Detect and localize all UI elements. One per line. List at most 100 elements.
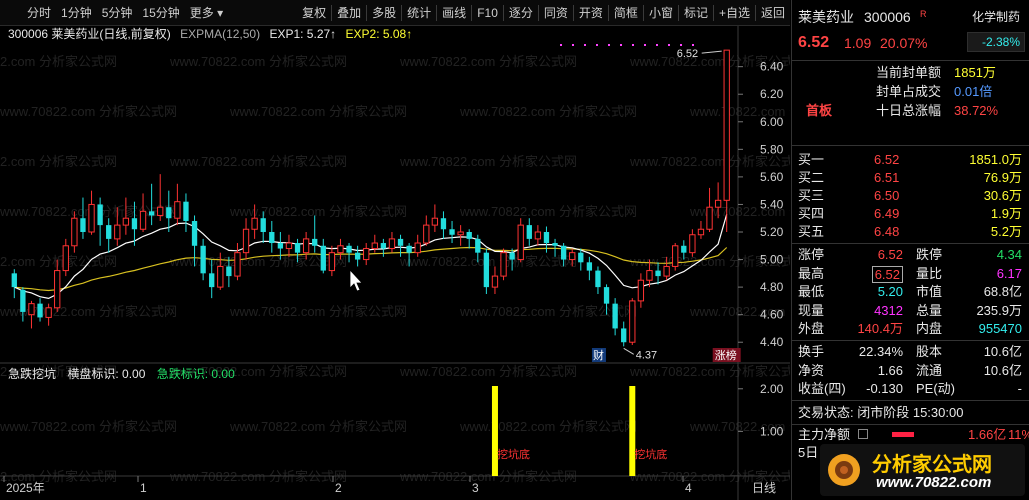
toolbar-btn-5[interactable]: F10: [472, 3, 503, 23]
candle-body: [302, 238, 310, 254]
candle-body: [28, 303, 35, 316]
bid-price: 6.52: [874, 152, 900, 167]
toolbar-tab-1[interactable]: 1分钟: [56, 3, 97, 23]
candle-body: [629, 300, 636, 343]
chart-toggle-icon[interactable]: [858, 429, 868, 439]
toolbar-btn-1[interactable]: 叠加: [332, 3, 366, 23]
main-flow-bar: [892, 432, 914, 437]
sunflower-icon: [828, 454, 860, 486]
chart-toolbar: 分时 1分钟 5分钟 15分钟 更多 ▾ 复权 叠加 多股 统计 画线 F10 逐分 同资 开资 简框 小窗…: [0, 0, 790, 26]
seal-label: 十日总涨幅: [876, 103, 942, 118]
candle-body: [337, 245, 344, 254]
toolbar-btn-0[interactable]: 复权: [297, 3, 331, 23]
signal-dot: [584, 44, 586, 46]
watermark-text: www.70822.com 分析家公式网: [459, 104, 637, 119]
signal-dot: [668, 44, 670, 46]
toolbar-btn-13[interactable]: 返回: [756, 3, 790, 23]
toolbar-btn-2[interactable]: 多股: [367, 3, 401, 23]
bid-volume: 76.9万: [983, 170, 1022, 185]
candle-body: [122, 217, 130, 226]
toolbar-btn-7[interactable]: 同资: [539, 3, 573, 23]
toolbar-btn-8[interactable]: 开资: [574, 3, 608, 23]
first-board-tag: 首板: [806, 103, 833, 118]
toolbar-btn-12[interactable]: +自选: [714, 3, 755, 23]
panel-title-row: 莱美药业 300006 R 化学制药: [792, 8, 1029, 28]
trade-status-row: 交易状态: 闭市阶段 15:30:00: [792, 404, 1029, 422]
watermark-text: www.70822.com 分析家公式网: [399, 54, 577, 69]
period-tabs: 分时 1分钟 5分钟 15分钟 更多 ▾: [0, 3, 228, 23]
fund-value: -: [1017, 381, 1022, 396]
watermark-text: www.70822.com 分析家公式网: [459, 419, 637, 434]
period-label: 日线: [752, 481, 776, 495]
toolbar-tab-4[interactable]: 更多 ▾: [185, 3, 228, 23]
candle-body: [277, 243, 284, 249]
kline-svg[interactable]: www.70822.com 分析家公式网 www.70822.com 分析家公式网…: [0, 26, 867, 500]
candle-body: [534, 231, 542, 240]
toolbar-btn-9[interactable]: 简框: [609, 3, 643, 23]
candle-body: [578, 252, 584, 263]
high-label: 6.52: [677, 48, 698, 60]
toolbar-tab-3[interactable]: 15分钟: [137, 3, 184, 23]
candle-body: [20, 289, 26, 312]
candle-body: [466, 232, 472, 239]
candle-body: [88, 203, 95, 233]
seal-value: 38.72%: [954, 103, 999, 118]
toolbar-btn-6[interactable]: 逐分: [504, 3, 538, 23]
candle-body: [552, 243, 558, 246]
toolbar-btn-11[interactable]: 标记: [679, 3, 713, 23]
candle-body: [500, 252, 507, 277]
signal-dot: [596, 44, 598, 46]
stat-label: 外盘: [798, 321, 825, 336]
toolbar-tab-2[interactable]: 5分钟: [97, 3, 138, 23]
price-row: 6.52 1.09 20.07%: [792, 34, 1029, 54]
kline-chart[interactable]: www.70822.com 分析家公式网 www.70822.com 分析家公式网…: [0, 26, 867, 500]
site-logo: 分析家公式网 www.70822.com: [820, 444, 1025, 496]
candle-body: [226, 266, 232, 277]
bid-price: 6.50: [874, 188, 900, 203]
chart-info-line: 300006 莱美药业(日线,前复权) EXPMA(12,50) EXP1: 5…: [8, 26, 412, 42]
divider: [792, 340, 1029, 341]
fund-value: 22.34%: [858, 344, 903, 359]
candle-body: [62, 245, 69, 272]
toolbar-btn-4[interactable]: 画线: [437, 3, 471, 23]
fund-label: 流通: [916, 362, 943, 378]
cai-label: 财: [593, 348, 604, 362]
fund-label: 净资: [798, 362, 825, 378]
fund-label: 股本: [916, 344, 943, 359]
candle-body: [406, 245, 412, 253]
sub-indicator-name[interactable]: 急跌挖坑: [8, 367, 56, 381]
candle-body: [183, 201, 189, 221]
divider: [792, 424, 1029, 425]
candle-body: [294, 243, 301, 253]
watermark-text: www.70822.com 分析家公式网: [229, 419, 407, 434]
sector-name[interactable]: 化学制药: [972, 8, 1020, 26]
bid-volume: 5.2万: [990, 224, 1022, 239]
mouse-cursor-icon: [349, 268, 363, 292]
price-tick-label: 6.20: [760, 87, 784, 101]
watermark-text: www.70822.com 分析家公式网: [0, 154, 117, 169]
candle-body: [431, 217, 439, 226]
candle-body: [371, 242, 378, 250]
candle-body: [242, 228, 250, 254]
indicator-name: EXPMA(12,50): [180, 27, 261, 41]
candle-body: [595, 270, 601, 288]
watermark-text: www.70822.com 分析家公式网: [399, 154, 577, 169]
candle-body: [209, 273, 215, 288]
candle-body: [689, 234, 696, 254]
signal-dot: [572, 44, 574, 46]
candle-body: [354, 252, 361, 260]
toolbar-btn-10[interactable]: 小窗: [644, 3, 678, 23]
bid-label: 买三: [798, 188, 825, 203]
toolbar-btn-3[interactable]: 统计: [402, 3, 436, 23]
bid-label: 买五: [798, 224, 825, 239]
exp1-line: [14, 214, 728, 300]
fund-value: 10.6亿: [983, 344, 1022, 359]
toolbar-tab-0[interactable]: 分时: [22, 3, 56, 23]
time-tick-label: 4: [685, 481, 692, 495]
sub-indicator-line: 急跌挖坑 横盘标识: 0.00 急跌标识: 0.00: [8, 366, 235, 382]
candle-body: [200, 245, 206, 274]
time-tick-label: 2025年: [6, 481, 45, 495]
stat-label: 量比: [916, 265, 943, 281]
candle-body: [475, 238, 481, 253]
candle-body: [45, 307, 52, 318]
